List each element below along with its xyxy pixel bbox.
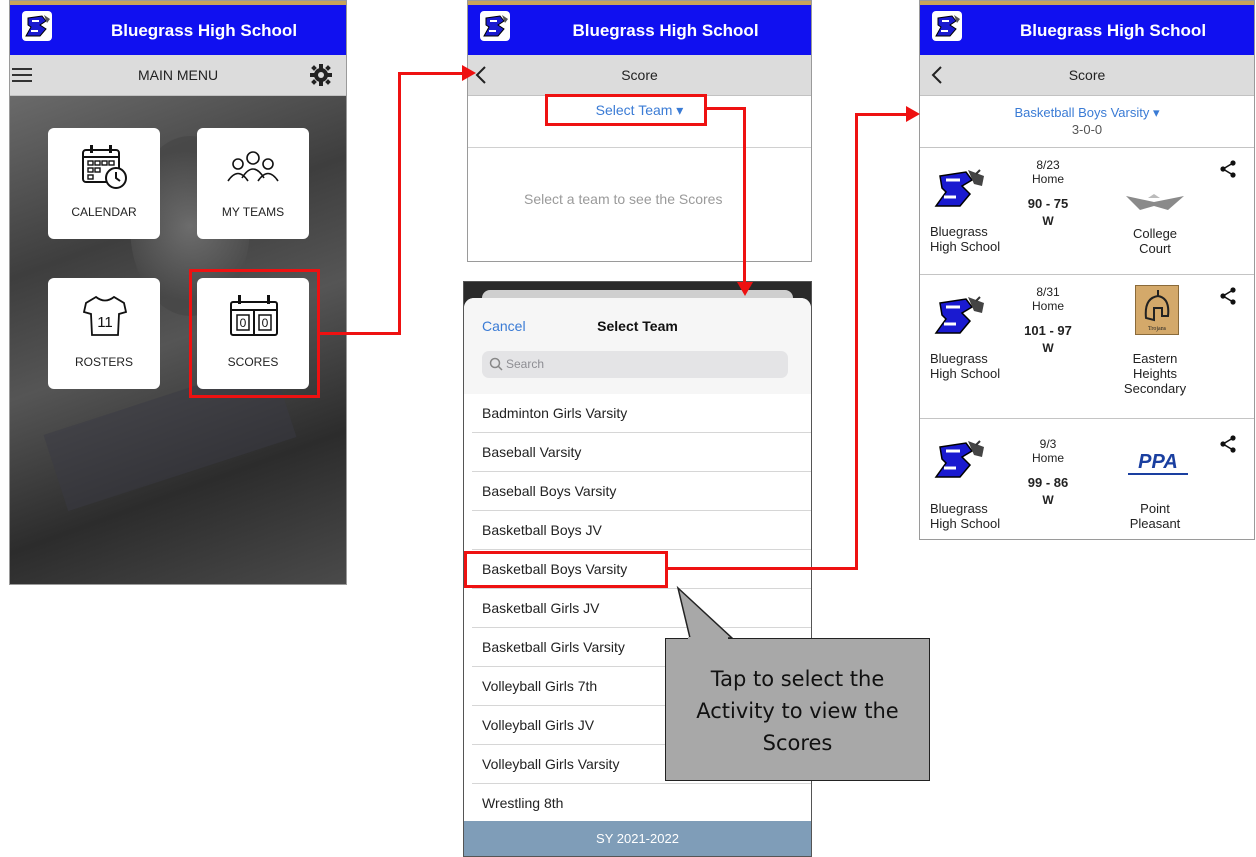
school-name: Bluegrass High School — [572, 21, 759, 40]
trojans-logo-text: Trojans — [1148, 326, 1167, 332]
menu-bar: MAIN MENU — [10, 55, 346, 96]
opponent-name: Point Pleasant — [1129, 501, 1181, 531]
scores-highlight-box — [189, 269, 320, 398]
game-result: W — [1042, 214, 1054, 228]
bluegrass-logo — [932, 291, 988, 341]
bluegrass-logo — [932, 164, 988, 214]
menu-title: MAIN MENU — [137, 67, 219, 83]
game-row[interactable]: Bluegrass High School 9/3 Home 99 - 86 W… — [920, 418, 1254, 539]
search-icon — [489, 357, 503, 371]
select-team-highlight-box — [545, 94, 707, 126]
screen-title: Score — [1068, 67, 1106, 83]
app-header: Bluegrass High School — [920, 5, 1254, 55]
search-placeholder: Search — [506, 357, 545, 371]
connector-line — [706, 107, 746, 110]
game-location: Home — [1031, 299, 1064, 313]
calendar-tile[interactable]: CALENDAR — [48, 128, 160, 239]
share-icon[interactable] — [1220, 287, 1236, 305]
arrowhead-icon — [737, 282, 753, 296]
school-year-footer: SY 2021-2022 — [464, 821, 811, 856]
school-logo — [932, 11, 962, 41]
game-score: 99 - 86 — [1027, 475, 1069, 490]
game-row[interactable]: Bluegrass High School 8/31 Home 101 - 97… — [920, 274, 1254, 401]
opponent-logo — [1124, 186, 1186, 216]
list-item[interactable]: Badminton Girls Varsity — [472, 394, 811, 433]
divider — [468, 147, 811, 148]
calendar-icon — [79, 142, 129, 192]
list-item[interactable]: Baseball Varsity — [472, 433, 811, 472]
my-teams-label: MY TEAMS — [221, 205, 285, 219]
picker-header: Cancel Select Team Search — [464, 298, 811, 394]
game-result: W — [1042, 493, 1054, 507]
jersey-number: 11 — [97, 314, 113, 331]
opponent-name: College Court — [1132, 226, 1178, 256]
home-team-name: Bluegrass High School — [930, 351, 1001, 381]
bluegrass-logo — [932, 435, 988, 485]
connector-line — [398, 72, 468, 75]
jersey-icon: 11 — [82, 294, 128, 338]
ppa-logo: PPA — [1128, 451, 1188, 475]
team-dropdown[interactable]: Basketball Boys Varsity ▾ — [920, 105, 1254, 121]
list-item[interactable]: Basketball Boys JV — [472, 511, 811, 550]
connector-line — [743, 107, 746, 283]
home-team-name: Bluegrass High School — [930, 501, 1001, 531]
app-header: Bluegrass High School — [468, 5, 811, 55]
arrowhead-icon — [462, 65, 476, 81]
share-icon[interactable] — [1220, 160, 1236, 178]
game-result: W — [1042, 341, 1054, 355]
game-score: 101 - 97 — [1024, 323, 1072, 338]
rosters-tile[interactable]: 11 ROSTERS — [48, 278, 160, 389]
gear-icon[interactable] — [310, 64, 332, 86]
school-logo — [480, 11, 510, 41]
picker-title: Select Team — [597, 318, 678, 334]
share-icon[interactable] — [1220, 435, 1236, 453]
search-input[interactable]: Search — [482, 351, 788, 378]
app-header: Bluegrass High School — [10, 5, 346, 55]
screen-title: Score — [621, 67, 658, 83]
connector-line — [668, 567, 858, 570]
list-item[interactable]: Basketball Girls JV — [472, 589, 811, 628]
school-name: Bluegrass High School — [110, 21, 298, 40]
team-highlight-box — [464, 551, 668, 588]
game-date: 8/23 — [1036, 158, 1060, 172]
list-item[interactable]: Baseball Boys Varsity — [472, 472, 811, 511]
trojans-logo: Trojans — [1135, 285, 1179, 335]
arrowhead-icon — [906, 106, 920, 122]
game-location: Home — [1031, 172, 1064, 186]
callout-text: Tap to select the Activity to view the S… — [696, 667, 899, 755]
empty-message: Select a team to see the Scores — [524, 191, 723, 207]
people-icon — [225, 148, 281, 188]
callout-box: Tap to select the Activity to view the S… — [665, 638, 930, 781]
game-location: Home — [1031, 451, 1064, 465]
home-team-name: Bluegrass High School — [930, 224, 1001, 254]
school-name: Bluegrass High School — [1019, 21, 1207, 40]
nav-bar: Score — [468, 55, 811, 96]
school-logo — [22, 11, 52, 41]
game-date: 8/31 — [1036, 285, 1060, 299]
connector-line — [398, 72, 401, 335]
connector-line — [320, 332, 400, 335]
game-date: 9/3 — [1039, 437, 1057, 451]
my-teams-tile[interactable]: MY TEAMS — [197, 128, 309, 239]
connector-line — [855, 113, 858, 570]
connector-line — [855, 113, 913, 116]
score-results-screen: Bluegrass High School Score Basketball B… — [919, 0, 1255, 540]
opponent-name: Eastern Heights Secondary — [1123, 351, 1187, 396]
game-row[interactable]: Bluegrass High School 8/23 Home 90 - 75 … — [920, 147, 1254, 274]
rosters-label: ROSTERS — [74, 355, 133, 369]
nav-bar: Score — [920, 55, 1254, 96]
team-record: 3-0-0 — [1071, 122, 1103, 137]
list-item[interactable]: Wrestling 8th — [472, 784, 811, 821]
calendar-label: CALENDAR — [71, 205, 137, 219]
game-score: 90 - 75 — [1027, 196, 1069, 211]
score-empty-screen: Bluegrass High School Score Select Team … — [467, 0, 812, 262]
